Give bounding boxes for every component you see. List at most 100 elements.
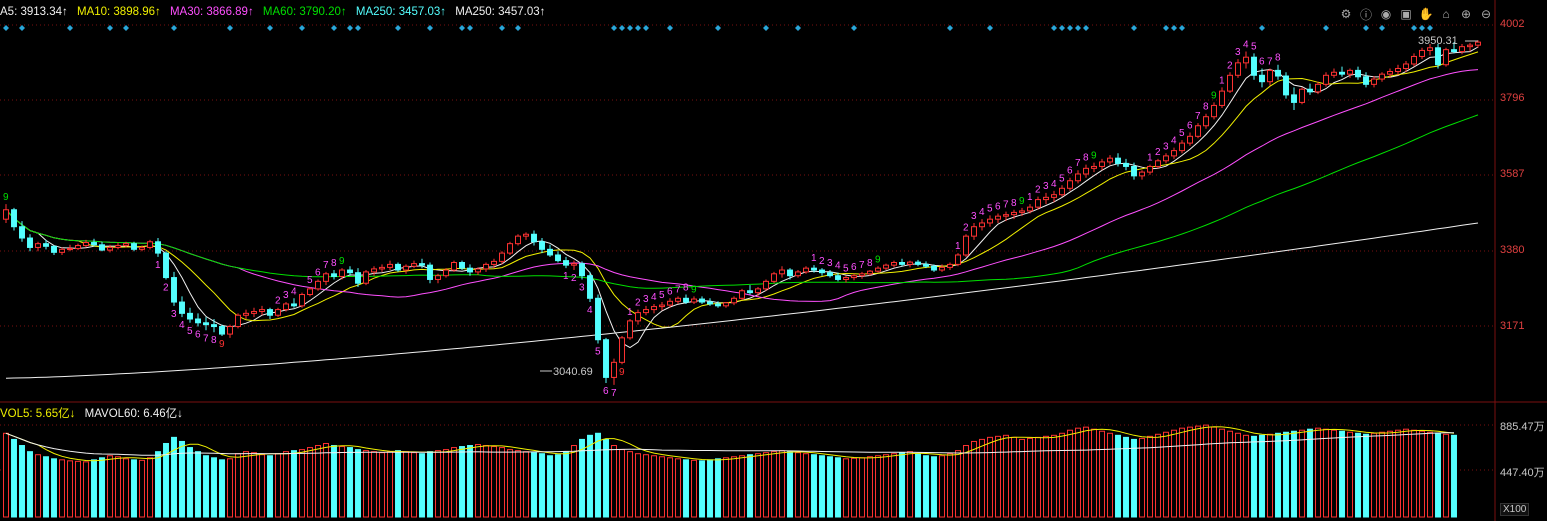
- volume-bar: [83, 461, 89, 518]
- volume-bar: [859, 457, 865, 518]
- td-count-mark: 4: [1243, 40, 1249, 51]
- candle-body: [923, 263, 929, 267]
- candle-body: [379, 266, 385, 270]
- volume-bar: [1355, 432, 1361, 518]
- volume-bar: [731, 456, 737, 518]
- zoom-in-icon[interactable]: ⊕: [1458, 6, 1474, 22]
- volume-bar: [547, 455, 553, 518]
- volume-bar: [1275, 432, 1281, 518]
- volume-bar: [939, 455, 945, 518]
- briefcase-icon[interactable]: ▣: [1398, 6, 1414, 22]
- candle-body: [323, 273, 329, 282]
- candle-body: [163, 252, 169, 279]
- volume-bar: [987, 436, 993, 518]
- signal-diamond: [627, 25, 633, 31]
- td-count-mark: 6: [1067, 166, 1073, 177]
- candle-body: [11, 209, 17, 228]
- candle-body: [267, 309, 273, 316]
- volume-bar: [139, 459, 145, 518]
- candle-body: [1267, 69, 1273, 83]
- td-count-mark: 6: [1187, 121, 1193, 132]
- td-count-mark: 5: [1059, 173, 1065, 184]
- kline-chart[interactable]: 12345 6 7 8 9923 4567 8 91 23456 7912 3 4 5 6 7 8 91 2 3 4 5…: [0, 0, 1547, 521]
- signal-diamond: [347, 25, 353, 31]
- price-tick: 3796: [1500, 92, 1525, 104]
- settings-icon[interactable]: ⚙: [1338, 6, 1354, 22]
- td-count-mark: 8: [1011, 198, 1017, 209]
- volume-bar: [1043, 435, 1049, 518]
- volume-bar: [899, 452, 905, 518]
- volume-bar: [123, 458, 129, 518]
- volume-bar: [1339, 430, 1345, 518]
- volume-bar: [187, 447, 193, 518]
- volume-bar: [11, 438, 17, 518]
- ma5-label: A5: 3913.34↑: [0, 6, 68, 18]
- volume-bar: [1283, 431, 1289, 518]
- ma-legend: A5: 3913.34↑ MA10: 3898.96↑ MA30: 3866.8…: [0, 6, 551, 18]
- volume-bar: [771, 451, 777, 518]
- volume-bar: [915, 453, 921, 518]
- signal-diamond: [643, 25, 649, 31]
- volume-bar: [1267, 433, 1273, 518]
- candle-body: [579, 263, 585, 277]
- volume-bar: [667, 457, 673, 518]
- signal-diamond: [515, 25, 521, 31]
- candle-body: [451, 262, 457, 271]
- volume-bar: [355, 449, 361, 518]
- volume-bar: [251, 452, 257, 518]
- hand-icon[interactable]: ✋: [1418, 6, 1434, 22]
- td-count-mark: 7: [1003, 200, 1009, 211]
- td-count-mark: 3: [283, 290, 289, 301]
- eye-icon[interactable]: ◉: [1378, 6, 1394, 22]
- volume-bar: [379, 452, 385, 518]
- ma60-line: [5, 114, 1479, 289]
- ma250b-label: MA250: 3457.03↑: [455, 6, 546, 18]
- candle-body: [283, 303, 289, 311]
- volume-bar: [779, 450, 785, 518]
- volume-bar: [1387, 430, 1393, 518]
- candle-body: [1235, 62, 1241, 76]
- candle-body: [291, 303, 297, 307]
- volume-bar: [275, 453, 281, 518]
- td-count-mark: 8: [1083, 153, 1089, 164]
- candle-body: [795, 271, 801, 277]
- volume-bar: [419, 453, 425, 518]
- candle-body: [1003, 214, 1009, 217]
- td-count-mark: 1: [563, 271, 569, 282]
- volume-bar: [427, 451, 433, 518]
- volume-bar: [643, 454, 649, 518]
- home-icon[interactable]: ⌂: [1438, 6, 1454, 22]
- signal-diamond: [667, 25, 673, 31]
- info-icon[interactable]: ⓘ: [1358, 6, 1374, 22]
- td-count-mark: 4: [179, 320, 185, 331]
- candle-body: [1339, 71, 1345, 75]
- candle-body: [1075, 173, 1081, 182]
- candle-body: [587, 275, 593, 299]
- price-tick: 4002: [1500, 18, 1525, 30]
- volume-bar: [347, 447, 353, 518]
- candle-body: [91, 242, 97, 246]
- candle-body: [779, 269, 785, 275]
- zoom-out-icon[interactable]: ⊖: [1478, 6, 1494, 22]
- signal-diamond: [427, 25, 433, 31]
- volume-bar: [947, 453, 953, 518]
- ma10-line: [5, 51, 1479, 328]
- td-count-mark: 1: [155, 260, 161, 271]
- volume-bar: [1411, 429, 1417, 518]
- volume-bar: [1179, 427, 1185, 518]
- volume-bar: [459, 446, 465, 518]
- candle-body: [707, 301, 713, 305]
- candle-body: [1115, 157, 1121, 164]
- td-count-mark: 2: [1155, 147, 1161, 158]
- candle-body: [899, 262, 905, 265]
- volume-unit: X100: [1500, 503, 1530, 516]
- volume-bar: [571, 445, 577, 518]
- candle-body: [251, 310, 257, 314]
- volume-bar: [1139, 437, 1145, 518]
- td-count-mark: 4: [835, 261, 841, 272]
- td-count-mark: 1: [1219, 75, 1225, 86]
- volume-bar: [1259, 434, 1265, 518]
- candle-body: [219, 326, 225, 335]
- candle-body: [1035, 199, 1041, 208]
- td-count-mark: 4: [1051, 179, 1057, 190]
